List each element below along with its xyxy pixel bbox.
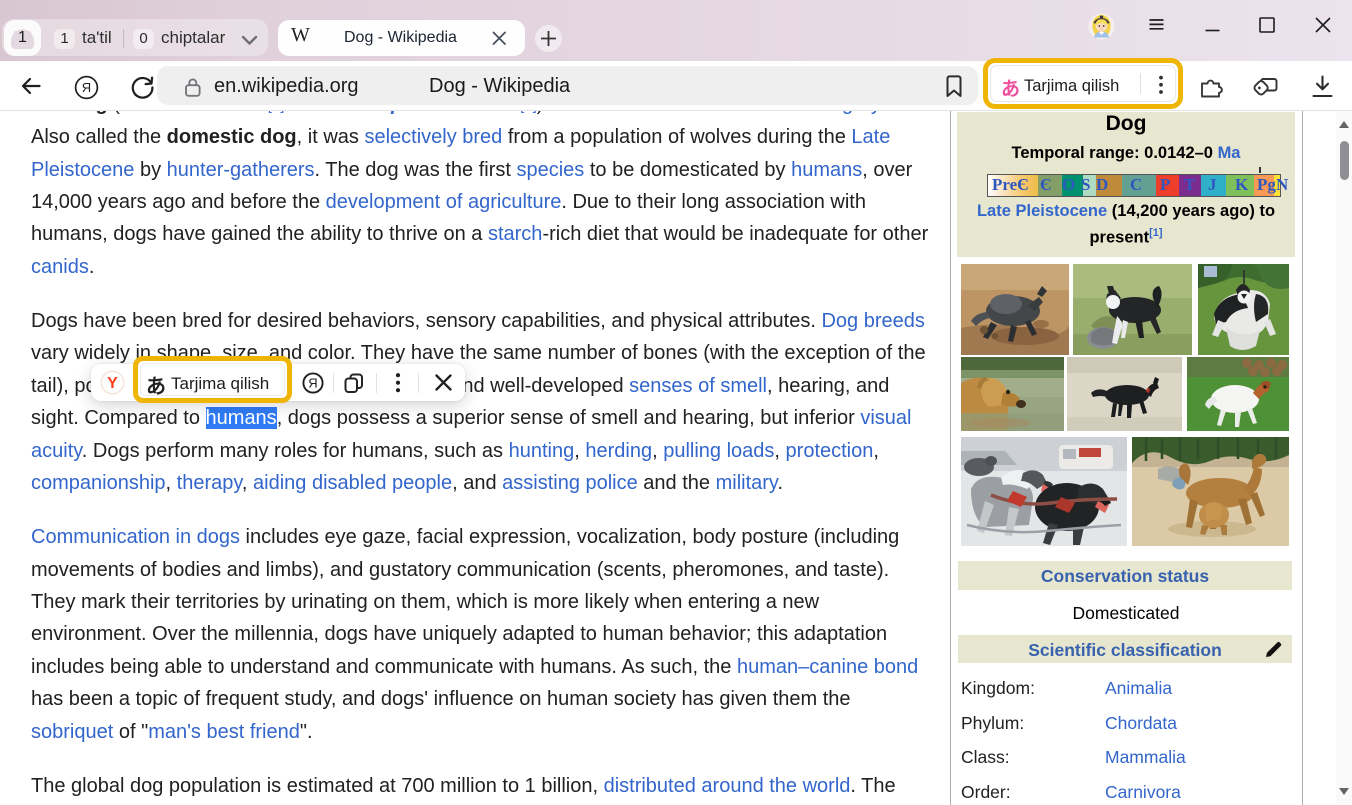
- svg-text:Y: Y: [107, 375, 118, 392]
- svg-text:Я: Я: [82, 80, 91, 95]
- svg-text:Я: Я: [308, 376, 317, 391]
